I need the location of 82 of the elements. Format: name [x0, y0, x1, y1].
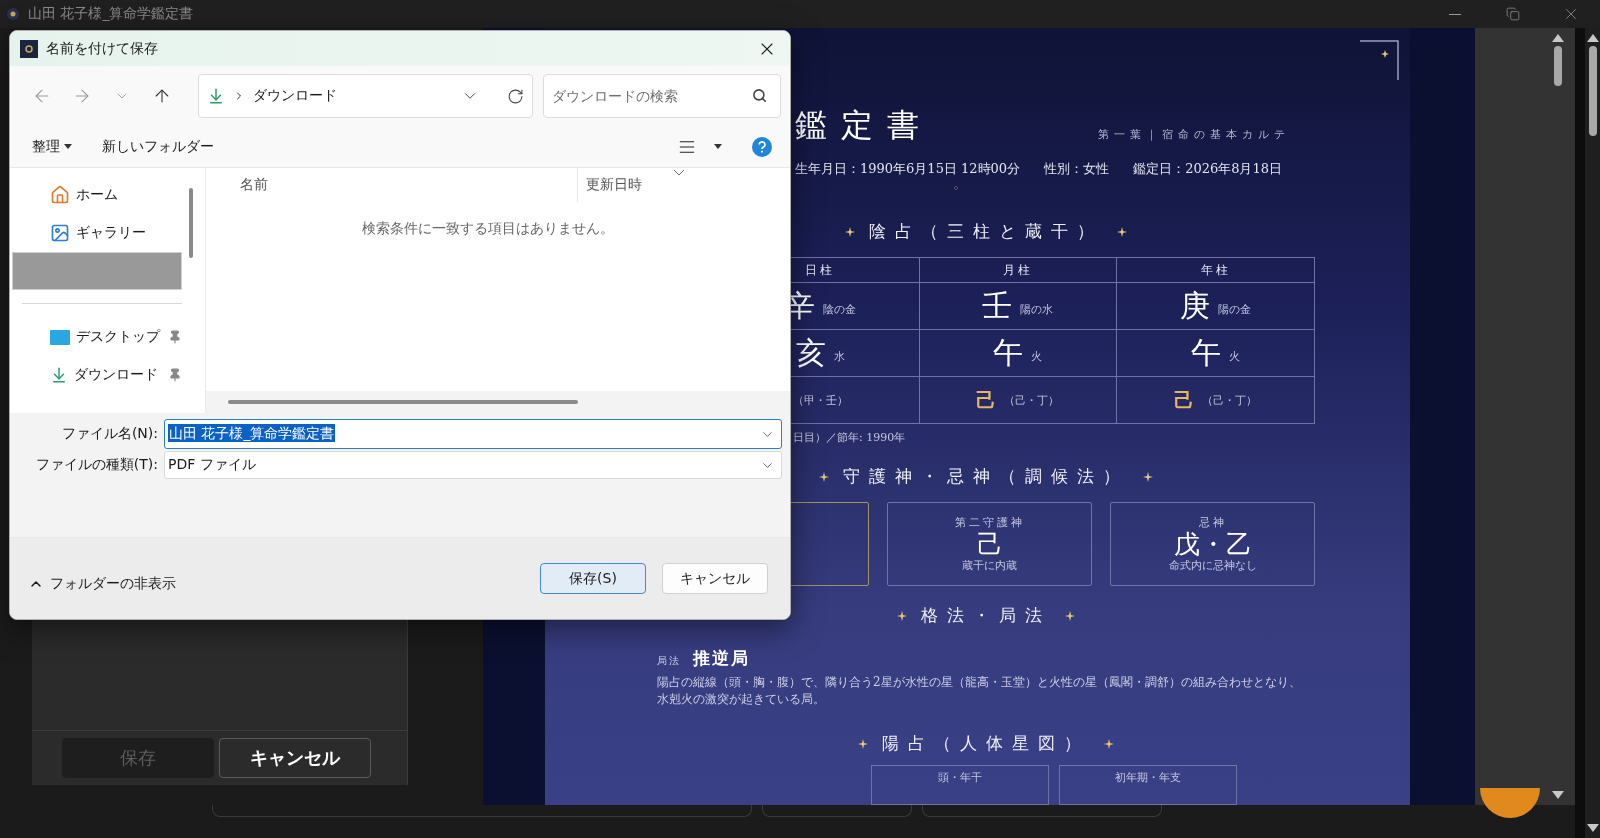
- sparkle-icon: [858, 738, 868, 749]
- floating-action-button[interactable]: [1480, 788, 1540, 818]
- diamond-ornament: [951, 186, 961, 190]
- hide-folders-button[interactable]: フォルダーの非表示: [22, 573, 182, 594]
- scroll-down-arrow-icon[interactable]: [1586, 824, 1599, 832]
- guardian-card: 第二守護神 己 蔵干に内蔵: [887, 502, 1092, 586]
- scrollbar-thumb[interactable]: [228, 400, 578, 404]
- search-field[interactable]: ダウンロードの検索: [543, 74, 781, 118]
- scroll-up-arrow-icon[interactable]: [1586, 34, 1599, 42]
- cancel-button[interactable]: キャンセル: [662, 563, 768, 594]
- field-label: ファイル名(N):: [60, 425, 159, 443]
- scroll-down-arrow-icon[interactable]: [1552, 791, 1564, 799]
- restore-icon: [1506, 7, 1520, 21]
- window-title: 山田 花子様_算命学鑑定書: [28, 5, 194, 23]
- pin-icon: [168, 330, 182, 344]
- table-cell: 午 火: [919, 330, 1118, 377]
- table-cell: 己 （己・丁）: [919, 377, 1118, 424]
- pattern-name: 推逆局: [693, 647, 750, 670]
- scrollbar-thumb[interactable]: [1588, 46, 1597, 136]
- chart-box: 頭・年干: [871, 765, 1049, 805]
- picture-icon: [50, 223, 70, 243]
- sidebar-item[interactable]: ギャラリー: [10, 214, 182, 252]
- table-note: 日目）／節年: 1990年: [793, 430, 907, 445]
- sidebar-item[interactable]: ダウンロード: [10, 356, 182, 394]
- sparkle-icon: [1143, 471, 1153, 482]
- sparkle-icon: [1117, 226, 1127, 237]
- corner-ornament: [1360, 40, 1400, 80]
- sidebar-item[interactable]: デスクトップ: [10, 318, 182, 356]
- chart-box: 初年期・年支: [1059, 765, 1237, 805]
- section-heading: 陰占（三柱と蔵干）: [869, 220, 1103, 243]
- pin-icon: [168, 368, 182, 382]
- table-cell: 午 火: [1117, 330, 1315, 377]
- save-button[interactable]: 保存(S): [540, 563, 646, 594]
- guardian-card: 忌神 戊・乙 命式内に忌神なし: [1110, 502, 1315, 586]
- table-cell: 庚 陽の金: [1117, 283, 1315, 330]
- caret-icon: [714, 144, 722, 149]
- app-icon: [6, 7, 20, 21]
- app-icon: [20, 39, 38, 58]
- sparkle-icon: [1104, 738, 1114, 749]
- new-folder-button[interactable]: 新しいフォルダー: [102, 133, 214, 160]
- info-text: 性別：女性: [1044, 160, 1110, 178]
- info-text: 生年月日：1990年6月15日 12時00分: [795, 160, 1021, 178]
- sort-caret-icon[interactable]: [674, 170, 684, 176]
- download-icon: [50, 366, 68, 384]
- address-bar[interactable]: ダウンロード: [198, 74, 533, 118]
- sparkle-icon: [845, 226, 855, 237]
- file-type-select[interactable]: PDF ファイル: [164, 451, 782, 479]
- section-heading: 守護神・忌神（調候法）: [843, 465, 1129, 488]
- document-subtitle: 第一葉｜宿命の基本カルテ: [1098, 127, 1291, 143]
- file-name-field[interactable]: 山田 花子様_算命学鑑定書: [164, 419, 782, 449]
- sparkle-icon: [819, 471, 829, 482]
- desktop-icon: [50, 329, 70, 345]
- table-cell: 己 （己・丁）: [1117, 377, 1315, 424]
- home-icon: [50, 185, 70, 205]
- sparkle-icon: [897, 610, 907, 621]
- info-text: 鑑定日：2026年8月18日: [1133, 160, 1283, 178]
- minimize-icon: [1449, 13, 1461, 15]
- refresh-icon[interactable]: [507, 87, 524, 105]
- table-header: 年柱: [1117, 258, 1315, 283]
- empty-message: 検索条件に一致する項目はありません。: [362, 220, 614, 238]
- table-header: 月柱: [919, 258, 1118, 283]
- download-icon: [207, 87, 225, 105]
- sparkle-icon: [1065, 610, 1075, 621]
- section-heading: 格法・局法: [921, 604, 1051, 627]
- column-header[interactable]: 更新日時: [578, 168, 698, 202]
- scrollbar-thumb[interactable]: [189, 188, 193, 258]
- field-label: 局法: [657, 654, 681, 668]
- sidebar-item[interactable]: ホーム: [10, 176, 182, 214]
- cancel-button[interactable]: キャンセル: [219, 738, 371, 778]
- search-icon[interactable]: [752, 88, 767, 103]
- organize-menu[interactable]: 整理: [32, 133, 72, 160]
- dialog-title: 名前を付けて保存: [46, 39, 159, 58]
- description-text: 陽占の縦線（頭・胸・腹）で、隣り合う2星が水性の星（龍高・玉堂）と火性の星（鳳閣・調舒）の組み合わせとなり、水剋火の激突が起きている局。: [657, 674, 1302, 708]
- table-cell: 壬 陽の水: [919, 283, 1118, 330]
- section-heading: 陽占（人体星図）: [882, 732, 1090, 755]
- document-title: 鑑定書: [795, 105, 933, 146]
- field-label: ファイルの種類(T):: [34, 456, 159, 474]
- scroll-up-arrow-icon[interactable]: [1552, 34, 1564, 42]
- column-header[interactable]: 名前: [206, 168, 578, 202]
- scrollbar-thumb[interactable]: [1554, 46, 1562, 86]
- caret-icon: [64, 144, 72, 149]
- help-icon[interactable]: [752, 136, 772, 157]
